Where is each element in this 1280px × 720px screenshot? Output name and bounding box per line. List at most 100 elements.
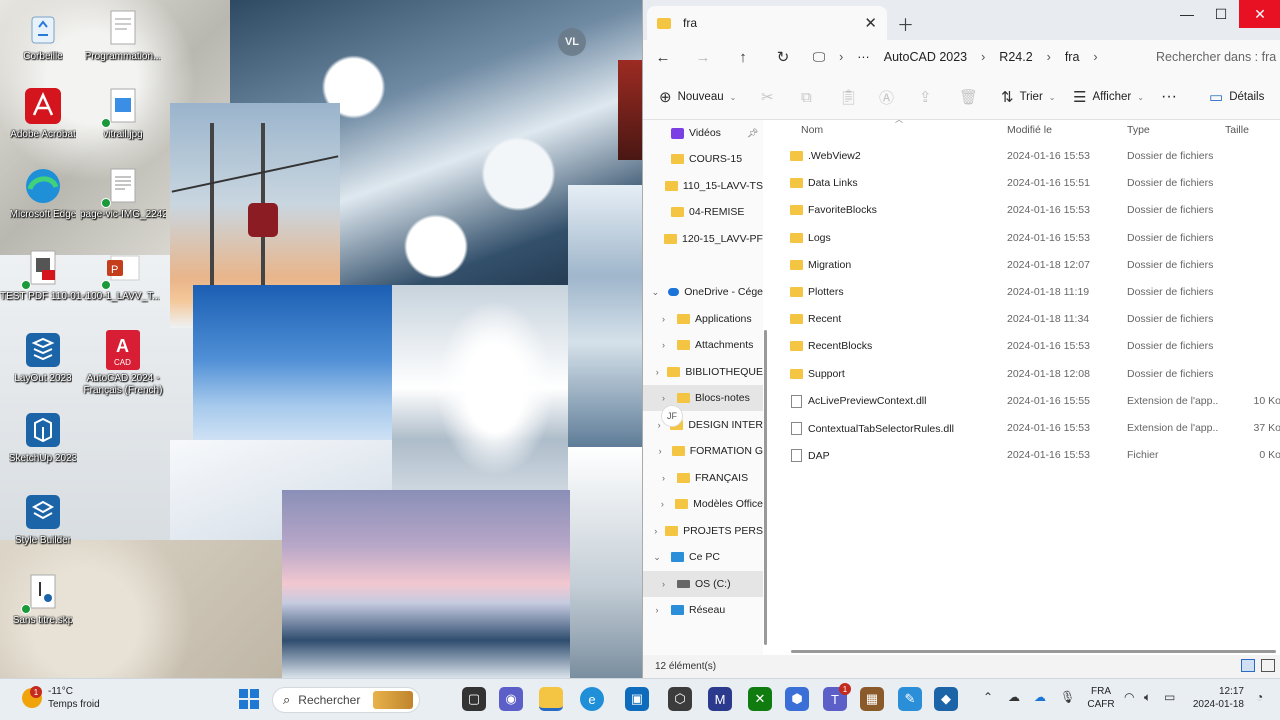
nav-pane-scrollbar[interactable] [764, 330, 767, 645]
nav-item-110-15[interactable]: 110_15-LAVV-TS [643, 173, 763, 199]
delete-icon[interactable]: 🗑︎ [959, 74, 978, 120]
view-button[interactable]: ☰ Afficher ⌄ [1073, 74, 1144, 120]
search-input[interactable]: Rechercher dans : fra [1148, 44, 1280, 70]
battery-icon[interactable]: ▭ [1164, 690, 1175, 704]
file-row[interactable]: RecentBlocks 2024-01-16 15:53 Dossier de f… [773, 333, 1280, 360]
file-row[interactable]: ContextualTabSelectorRules.dll 2024-01-16… [773, 415, 1280, 442]
task-view-icon[interactable]: ▢ [462, 687, 486, 711]
file-row[interactable]: Support 2024-01-18 12:08 Dossier de fichie… [773, 361, 1280, 388]
details-button[interactable]: ▭ Détails [1209, 74, 1264, 120]
nav-item-ce-pc[interactable]: ⌄ Ce PC [643, 544, 763, 570]
desktop-icon-programmation[interactable]: Programmation... [80, 8, 166, 63]
nav-item-os-c[interactable]: › OS (C:) [643, 571, 763, 597]
chevron-down-icon[interactable]: ⌄ [643, 552, 671, 563]
teams-icon[interactable]: T 1 [823, 683, 851, 711]
onedrive-sync-icon[interactable]: ☁ [1034, 690, 1046, 704]
cut-icon[interactable]: ✂ [761, 74, 774, 120]
volume-icon[interactable]: 🔈︎ [1144, 690, 1151, 705]
file-row[interactable]: Plotters 2024-01-18 11:19 Dossier de fichi… [773, 279, 1280, 306]
chevron-right-icon[interactable]: › [643, 393, 665, 403]
app-brown-icon[interactable]: ▦ [860, 687, 884, 711]
chat-icon[interactable]: ◉ [499, 687, 523, 711]
taskbar-search[interactable]: ⌕ Rechercher [272, 687, 420, 713]
nav-item-modeles-office[interactable]: › Modèles Office [643, 491, 763, 517]
desktop-icon-sans-titre-skp[interactable]: Sans titre.skp [0, 572, 86, 627]
copy-icon[interactable]: ⧉ [801, 74, 812, 120]
nav-item-cours-15[interactable]: COURS-15 [643, 146, 763, 172]
column-header-modified[interactable]: Modifié le [1007, 124, 1052, 144]
desktop-icon-powerpoint-file[interactable]: P 100-1_LAVV_T... [80, 248, 166, 303]
chevron-right-icon[interactable]: › [643, 499, 664, 509]
nav-item-blocs-notes[interactable]: › Blocs-notes [643, 385, 763, 411]
nav-item-onedrive[interactable]: ⌄ OneDrive - Cége [643, 279, 763, 305]
sort-button[interactable]: ⇅ Trier ⌄ [1001, 74, 1056, 120]
file-explorer-taskbar-icon[interactable] [539, 687, 563, 711]
chevron-right-icon[interactable]: › [643, 340, 665, 350]
breadcrumb-fra[interactable]: fra [1065, 50, 1080, 64]
start-button[interactable] [237, 687, 261, 711]
details-view-icon[interactable] [1241, 659, 1255, 672]
nav-item-projets-pers[interactable]: › PROJETS PERS [643, 518, 763, 544]
file-row[interactable]: Logs 2024-01-16 15:53 Dossier de fichiers [773, 225, 1280, 252]
file-explorer-window[interactable]: fra ✕ ＋ — ☐ ✕ ← → ↑ ↻ 🖵 › ··· AutoCAD 20… [642, 0, 1280, 678]
language-indicator[interactable]: FRA CAFR [1086, 685, 1116, 711]
desktop-icon-vitrail[interactable]: vitrail.jpg [80, 86, 166, 141]
mic-muted-icon[interactable]: 🎙︎ [1060, 690, 1075, 704]
nav-item-applications[interactable]: › Applications [643, 306, 763, 332]
maximize-button[interactable]: ☐ [1199, 0, 1243, 28]
close-window-button[interactable]: ✕ [1239, 0, 1280, 28]
column-header-name[interactable]: Nom [801, 124, 823, 144]
wifi-icon[interactable]: ◠ [1124, 690, 1134, 704]
tiles-view-icon[interactable] [1261, 659, 1275, 672]
weather-widget[interactable]: 1 -11°C Temps froid [22, 685, 100, 711]
column-header-type[interactable]: Type [1127, 124, 1150, 144]
desktop-icon-test-pdf[interactable]: TEST PDF 110-01-A23 [0, 248, 86, 303]
notifications-icon[interactable]: ◔ [1256, 690, 1263, 704]
breadcrumb-autocad[interactable]: AutoCAD 2023 [884, 50, 967, 64]
chevron-right-icon[interactable]: › [1093, 50, 1097, 64]
file-list[interactable]: ︿ Nom Modifié le Type Taille .WebView2 20… [773, 115, 1280, 655]
desktop-icon-recycle-bin[interactable]: Corbeille [0, 8, 86, 63]
column-header-size[interactable]: Taille [1225, 124, 1249, 144]
desktop-icon-page-vic[interactable]: page-vic-IMG_2242.jpg [80, 166, 166, 221]
chevron-right-icon[interactable]: › [643, 579, 665, 589]
file-row[interactable]: FavoriteBlocks 2024-01-16 15:53 Dossier de… [773, 197, 1280, 224]
desktop-icon-sketchup[interactable]: SketchUp 2023 [0, 410, 86, 465]
sketchup-taskbar-icon[interactable]: ◆ [934, 687, 958, 711]
nav-item-reseau[interactable]: › Réseau [643, 597, 763, 623]
app-draw-icon[interactable]: M [708, 687, 732, 711]
desktop-icon-adobe-acrobat[interactable]: Adobe Acrobat [0, 86, 86, 141]
breadcrumb-r242[interactable]: R24.2 [999, 50, 1032, 64]
chevron-right-icon[interactable]: › [643, 526, 657, 536]
paste-icon[interactable]: 📋︎ [839, 74, 858, 120]
nav-item-videos[interactable]: Vidéos 📌︎ [643, 120, 763, 146]
refresh-button[interactable]: ↻ [763, 48, 803, 66]
nav-item-bibliotheque[interactable]: › BIBLIOTHEQUE [643, 359, 763, 385]
nav-item-francais[interactable]: › FRANÇAIS [643, 465, 763, 491]
chevron-up-icon[interactable]: ⌃ [983, 690, 993, 704]
chevron-right-icon[interactable]: › [643, 446, 662, 456]
chevron-right-icon[interactable]: › [643, 473, 665, 483]
file-row[interactable]: DAP 2024-01-16 15:53 Fichier 0 Ko [773, 442, 1280, 469]
tab-fra[interactable]: fra ✕ [647, 6, 887, 40]
desktop-icon-layout[interactable]: LayOut 2023 [0, 330, 86, 385]
file-row[interactable]: Recent 2024-01-18 11:34 Dossier de fichier… [773, 306, 1280, 333]
chevron-right-icon[interactable]: › [643, 314, 665, 324]
rename-icon[interactable]: Ⓐ [879, 74, 894, 120]
desktop-icon-autocad[interactable]: A CAD AutoCAD 2024 - Français (French) [80, 330, 166, 397]
app-cube-icon[interactable]: ⬡ [668, 687, 692, 711]
nav-item-120-15[interactable]: 120-15_LAVV-PF [643, 226, 763, 252]
title-bar[interactable]: fra ✕ ＋ — ☐ ✕ [643, 0, 1280, 40]
up-button[interactable]: ↑ [723, 49, 763, 66]
file-row[interactable]: Migration 2024-01-18 12:07 Dossier de fich… [773, 252, 1280, 279]
chevron-right-icon[interactable]: › [643, 420, 661, 430]
nav-item-attachments[interactable]: › Attachments [643, 332, 763, 358]
chevron-right-icon[interactable]: › [643, 367, 659, 377]
new-tab-button[interactable]: ＋ [897, 11, 914, 36]
app-tools-icon[interactable]: ✎ [898, 687, 922, 711]
address-bar[interactable]: 🖵 › ··· AutoCAD 2023 › R24.2 › fra › [813, 44, 1133, 70]
desktop-icon-style-builder[interactable]: Style Builder [0, 492, 86, 547]
xbox-icon[interactable]: ✕ [748, 687, 772, 711]
navigation-pane[interactable]: Vidéos 📌︎ COURS-15 110_15-LAVV-TS 04-REM… [643, 120, 763, 655]
desktop-icon-microsoft-edge[interactable]: Microsoft Edge [0, 166, 86, 221]
